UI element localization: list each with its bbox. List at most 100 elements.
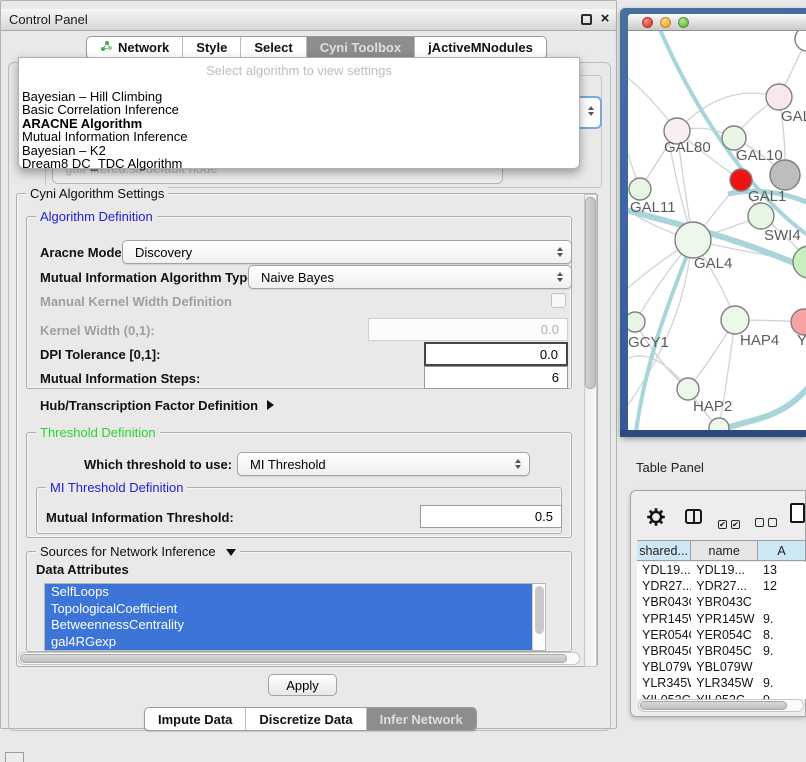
algorithm-item-bayesian-hill-climbing[interactable]: Bayesian – Hill Climbing	[22, 90, 576, 103]
aracne-mode-combo[interactable]: Discovery	[122, 240, 572, 264]
mi-steps-field[interactable]: 6	[424, 366, 568, 389]
tab-cyni-toolbox[interactable]: Cyni Toolbox	[307, 37, 415, 58]
table-row[interactable]: YPR145WYPR145W9.	[637, 611, 806, 627]
column-header-a[interactable]: A	[758, 541, 806, 560]
settings-vertical-scrollbar-thumb[interactable]	[585, 197, 596, 389]
algorithm-item-basic-correlation-inference[interactable]: Basic Correlation Inference	[22, 103, 576, 116]
tab-select[interactable]: Select	[241, 37, 306, 58]
close-icon[interactable]: ×	[597, 9, 613, 29]
network-canvas[interactable]: GALGAL80GAL10GAL1GAL11SWI4GAL4GCY1HAP4YH…	[628, 31, 806, 430]
attribute-item-gal4rgexp[interactable]: gal4RGexp	[45, 634, 533, 651]
gear-icon[interactable]	[645, 506, 667, 528]
cyni-algorithm-settings-title: Cyni Algorithm Settings	[26, 186, 168, 201]
expand-right-icon[interactable]	[267, 400, 274, 410]
network-node[interactable]	[721, 306, 749, 334]
tab-label: jActiveMNodules	[428, 40, 533, 55]
table-row[interactable]: YDL19...YDL19...13	[637, 562, 806, 578]
attributes-scrollbar-thumb[interactable]	[535, 586, 544, 634]
network-node[interactable]	[629, 178, 651, 200]
tab-style[interactable]: Style	[183, 37, 241, 58]
column-header-name[interactable]: name	[691, 541, 758, 560]
attributes-vertical-scrollbar[interactable]	[532, 584, 545, 650]
dpi-tolerance-label: DPI Tolerance [0,1]:	[40, 342, 160, 366]
aracne-mode-value: Discovery	[135, 245, 192, 260]
algorithm-item-aracne-algorithm[interactable]: ARACNE Algorithm	[22, 117, 576, 130]
settings-horizontal-scrollbar-thumb[interactable]	[20, 654, 567, 663]
dpi-tolerance-field[interactable]: 0.0	[424, 342, 568, 366]
collapse-down-icon[interactable]	[226, 549, 236, 556]
tab-jactivemnodules[interactable]: jActiveMNodules	[415, 37, 546, 58]
tab-label: Network	[118, 40, 169, 55]
table-cell: YBR045C	[637, 644, 691, 658]
select-all-columns-icon[interactable]: ✔✔	[718, 514, 744, 532]
dpi-tolerance-value: 0.0	[540, 347, 558, 362]
split-pane-icon[interactable]	[685, 509, 702, 524]
kernel-width-field[interactable]: 0.0	[368, 318, 568, 341]
table-row[interactable]: YBR043CYBR043C	[637, 594, 806, 610]
table-horizontal-scrollbar-thumb[interactable]	[640, 701, 787, 710]
data-attributes-list[interactable]: SelfLoopsTopologicalCoefficientBetweenne…	[44, 583, 546, 651]
table-cell: YLR345W	[637, 676, 691, 690]
mode-tab-impute-data[interactable]: Impute Data	[145, 708, 246, 730]
network-node[interactable]	[770, 160, 800, 190]
deselect-all-columns-icon[interactable]	[755, 514, 781, 532]
network-node[interactable]	[675, 222, 711, 258]
mi-threshold-definition-title: MI Threshold Definition	[46, 480, 187, 495]
mode-tab-label: Impute Data	[158, 712, 232, 727]
float-window-icon[interactable]	[581, 14, 592, 25]
cyni-mode-tabs: Impute Data Discretize DataInfer Network	[144, 707, 477, 731]
node-label-gal1: GAL1	[748, 188, 786, 205]
table-row[interactable]: YLR345WYLR345W9.	[637, 675, 806, 691]
table-cell: YBL079W	[691, 660, 758, 674]
network-node[interactable]	[748, 203, 774, 229]
algorithm-item-dream8-dc-tdc-algorithm[interactable]: Dream8 DC_TDC Algorithm	[22, 157, 576, 170]
table-row[interactable]: YBL079WYBL079W	[637, 659, 806, 675]
apply-button[interactable]: Apply	[268, 674, 337, 696]
hub-transcription-factor-section[interactable]: Hub/Transcription Factor Definition	[40, 395, 274, 415]
column-header-shared[interactable]: shared...	[637, 541, 691, 560]
attribute-item-betweennesscentrality[interactable]: BetweennessCentrality	[45, 617, 533, 634]
table-cell: YBR045C	[691, 644, 758, 658]
network-window-bottom-edge	[620, 430, 806, 437]
traffic-light-close-icon[interactable]	[642, 17, 653, 28]
algorithm-popup-placeholder: Select algorithm to view settings	[19, 58, 579, 78]
data-attributes-label: Data Attributes	[36, 561, 129, 577]
network-node[interactable]	[677, 378, 699, 400]
network-node[interactable]	[795, 31, 806, 51]
tab-network[interactable]: Network	[87, 37, 183, 58]
mode-tab-infer-network[interactable]: Infer Network	[367, 708, 476, 730]
table-row[interactable]: YIL052CYIL052C9	[637, 692, 806, 700]
network-node[interactable]	[793, 246, 806, 278]
application-root: Control Panel × NetworkStyleSelectCyni T…	[0, 0, 806, 762]
stepper-arrows-icon	[557, 241, 563, 263]
table-cell: YDL19...	[691, 563, 758, 577]
traffic-light-zoom-icon[interactable]	[678, 17, 689, 28]
mi-threshold-value: 0.5	[535, 509, 553, 524]
network-window-titlebar[interactable]	[628, 14, 806, 31]
traffic-light-minimize-icon[interactable]	[660, 17, 671, 28]
mi-threshold-field[interactable]: 0.5	[420, 505, 562, 528]
which-threshold-combo[interactable]: MI Threshold	[237, 452, 530, 476]
table-cell: 8.	[758, 628, 806, 642]
manual-kernel-width-checkbox[interactable]	[551, 293, 566, 308]
table-row[interactable]: YER054CYER054C8.	[637, 627, 806, 643]
table-cell: YER054C	[691, 628, 758, 642]
network-node[interactable]	[628, 312, 645, 332]
algorithm-item-mutual-information-inference[interactable]: Mutual Information Inference	[22, 130, 576, 143]
mi-algorithm-type-combo[interactable]: Naive Bayes	[248, 265, 572, 289]
network-node[interactable]	[766, 84, 792, 110]
page-icon[interactable]	[790, 503, 805, 523]
node-label-hap2: HAP2	[693, 398, 732, 415]
sources-title[interactable]: Sources for Network Inference	[36, 544, 240, 559]
table-row[interactable]: YBR045CYBR045C9.	[637, 643, 806, 659]
data-attributes-items: SelfLoopsTopologicalCoefficientBetweenne…	[45, 584, 545, 650]
table-row[interactable]: YDR27...YDR27...12	[637, 578, 806, 594]
bottom-mini-button[interactable]	[5, 752, 24, 762]
attribute-item-topologicalcoefficient[interactable]: TopologicalCoefficient	[45, 601, 533, 618]
mode-tab-discretize-data[interactable]: Discretize Data	[246, 708, 366, 730]
tab-label: Style	[196, 40, 227, 55]
table-cell: YBR043C	[691, 595, 758, 609]
algorithm-item-bayesian-k2[interactable]: Bayesian – K2	[22, 144, 576, 157]
attribute-item-selfloops[interactable]: SelfLoops	[45, 584, 533, 601]
table-cell: YBR043C	[637, 595, 691, 609]
